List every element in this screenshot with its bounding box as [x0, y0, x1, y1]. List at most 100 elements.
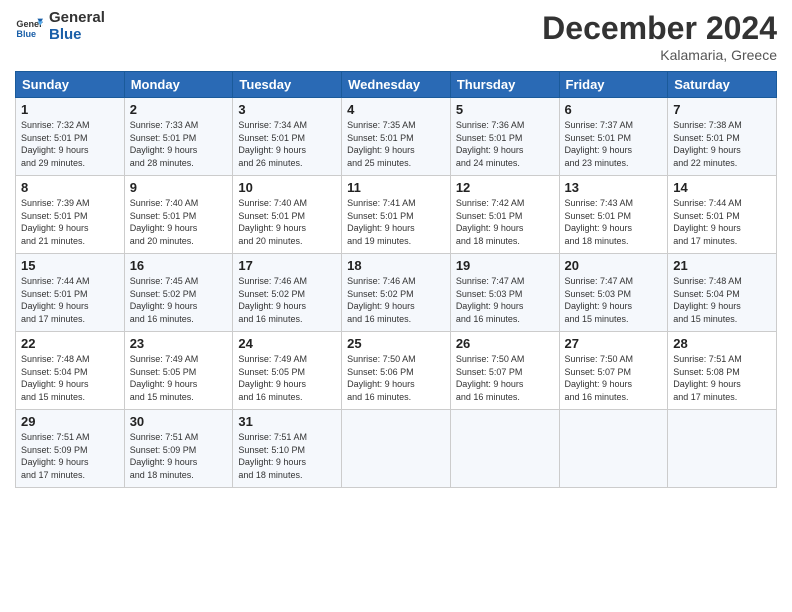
- calendar-cell: 31 Sunrise: 7:51 AM Sunset: 5:10 PM Dayli…: [233, 410, 342, 488]
- day-number: 8: [21, 180, 119, 195]
- calendar-cell: [450, 410, 559, 488]
- calendar-cell: 26 Sunrise: 7:50 AM Sunset: 5:07 PM Dayli…: [450, 332, 559, 410]
- day-number: 15: [21, 258, 119, 273]
- calendar-cell: 21 Sunrise: 7:48 AM Sunset: 5:04 PM Dayli…: [668, 254, 777, 332]
- day-number: 24: [238, 336, 336, 351]
- calendar-cell: 10Sunrise: 7:40 AM Sunset: 5:01 PM Dayli…: [233, 176, 342, 254]
- day-detail: Sunrise: 7:41 AM Sunset: 5:01 PM Dayligh…: [347, 197, 445, 247]
- calendar-cell: [668, 410, 777, 488]
- day-number: 19: [456, 258, 554, 273]
- day-detail: Sunrise: 7:33 AM Sunset: 5:01 PM Dayligh…: [130, 119, 228, 169]
- day-number: 17: [238, 258, 336, 273]
- day-number: 14: [673, 180, 771, 195]
- day-detail: Sunrise: 7:51 AM Sunset: 5:09 PM Dayligh…: [21, 431, 119, 481]
- calendar-cell: 1 Sunrise: 7:32 AM Sunset: 5:01 PM Daylig…: [16, 98, 125, 176]
- day-number: 25: [347, 336, 445, 351]
- day-detail: Sunrise: 7:51 AM Sunset: 5:09 PM Dayligh…: [130, 431, 228, 481]
- logo-text-general: General: [49, 10, 105, 27]
- calendar-cell: 23 Sunrise: 7:49 AM Sunset: 5:05 PM Dayli…: [124, 332, 233, 410]
- calendar-cell: 17 Sunrise: 7:46 AM Sunset: 5:02 PM Dayli…: [233, 254, 342, 332]
- calendar-cell: 12Sunrise: 7:42 AM Sunset: 5:01 PM Dayli…: [450, 176, 559, 254]
- day-number: 9: [130, 180, 228, 195]
- svg-text:Blue: Blue: [16, 28, 36, 38]
- day-number: 6: [565, 102, 663, 117]
- day-detail: Sunrise: 7:47 AM Sunset: 5:03 PM Dayligh…: [565, 275, 663, 325]
- day-number: 29: [21, 414, 119, 429]
- calendar-cell: 29 Sunrise: 7:51 AM Sunset: 5:09 PM Dayli…: [16, 410, 125, 488]
- calendar-cell: 19Sunrise: 7:47 AM Sunset: 5:03 PM Dayli…: [450, 254, 559, 332]
- day-number: 20: [565, 258, 663, 273]
- day-number: 3: [238, 102, 336, 117]
- title-block: December 2024 Kalamaria, Greece: [542, 10, 777, 63]
- calendar-cell: 22 Sunrise: 7:48 AM Sunset: 5:04 PM Dayli…: [16, 332, 125, 410]
- calendar-cell: 14Sunrise: 7:44 AM Sunset: 5:01 PM Dayli…: [668, 176, 777, 254]
- calendar-week-row: 1 Sunrise: 7:32 AM Sunset: 5:01 PM Daylig…: [16, 98, 777, 176]
- day-number: 16: [130, 258, 228, 273]
- day-detail: Sunrise: 7:36 AM Sunset: 5:01 PM Dayligh…: [456, 119, 554, 169]
- calendar-cell: 9 Sunrise: 7:40 AM Sunset: 5:01 PM Daylig…: [124, 176, 233, 254]
- col-header-thursday: Thursday: [450, 72, 559, 98]
- calendar-cell: 28Sunrise: 7:51 AM Sunset: 5:08 PM Dayli…: [668, 332, 777, 410]
- day-detail: Sunrise: 7:35 AM Sunset: 5:01 PM Dayligh…: [347, 119, 445, 169]
- col-header-sunday: Sunday: [16, 72, 125, 98]
- calendar-cell: 8Sunrise: 7:39 AM Sunset: 5:01 PM Daylig…: [16, 176, 125, 254]
- calendar-header-row: SundayMondayTuesdayWednesdayThursdayFrid…: [16, 72, 777, 98]
- calendar-table: SundayMondayTuesdayWednesdayThursdayFrid…: [15, 71, 777, 488]
- page-container: General Blue General Blue December 2024 …: [0, 0, 792, 498]
- day-detail: Sunrise: 7:32 AM Sunset: 5:01 PM Dayligh…: [21, 119, 119, 169]
- calendar-cell: [559, 410, 668, 488]
- day-detail: Sunrise: 7:40 AM Sunset: 5:01 PM Dayligh…: [130, 197, 228, 247]
- col-header-friday: Friday: [559, 72, 668, 98]
- location-subtitle: Kalamaria, Greece: [542, 47, 777, 63]
- calendar-cell: 4Sunrise: 7:35 AM Sunset: 5:01 PM Daylig…: [342, 98, 451, 176]
- day-number: 1: [21, 102, 119, 117]
- calendar-cell: 2 Sunrise: 7:33 AM Sunset: 5:01 PM Daylig…: [124, 98, 233, 176]
- day-number: 21: [673, 258, 771, 273]
- day-number: 27: [565, 336, 663, 351]
- day-detail: Sunrise: 7:45 AM Sunset: 5:02 PM Dayligh…: [130, 275, 228, 325]
- day-detail: Sunrise: 7:50 AM Sunset: 5:06 PM Dayligh…: [347, 353, 445, 403]
- calendar-cell: 30 Sunrise: 7:51 AM Sunset: 5:09 PM Dayli…: [124, 410, 233, 488]
- month-title: December 2024: [542, 10, 777, 47]
- calendar-week-row: 8Sunrise: 7:39 AM Sunset: 5:01 PM Daylig…: [16, 176, 777, 254]
- calendar-cell: 24 Sunrise: 7:49 AM Sunset: 5:05 PM Dayli…: [233, 332, 342, 410]
- calendar-cell: 6 Sunrise: 7:37 AM Sunset: 5:01 PM Daylig…: [559, 98, 668, 176]
- calendar-cell: [342, 410, 451, 488]
- day-detail: Sunrise: 7:48 AM Sunset: 5:04 PM Dayligh…: [673, 275, 771, 325]
- calendar-cell: 15 Sunrise: 7:44 AM Sunset: 5:01 PM Dayli…: [16, 254, 125, 332]
- calendar-week-row: 15 Sunrise: 7:44 AM Sunset: 5:01 PM Dayli…: [16, 254, 777, 332]
- day-number: 5: [456, 102, 554, 117]
- calendar-cell: 7 Sunrise: 7:38 AM Sunset: 5:01 PM Daylig…: [668, 98, 777, 176]
- day-detail: Sunrise: 7:48 AM Sunset: 5:04 PM Dayligh…: [21, 353, 119, 403]
- day-detail: Sunrise: 7:46 AM Sunset: 5:02 PM Dayligh…: [238, 275, 336, 325]
- day-detail: Sunrise: 7:34 AM Sunset: 5:01 PM Dayligh…: [238, 119, 336, 169]
- day-number: 22: [21, 336, 119, 351]
- day-number: 7: [673, 102, 771, 117]
- day-number: 2: [130, 102, 228, 117]
- day-detail: Sunrise: 7:44 AM Sunset: 5:01 PM Dayligh…: [21, 275, 119, 325]
- day-number: 30: [130, 414, 228, 429]
- day-detail: Sunrise: 7:51 AM Sunset: 5:10 PM Dayligh…: [238, 431, 336, 481]
- calendar-week-row: 29 Sunrise: 7:51 AM Sunset: 5:09 PM Dayli…: [16, 410, 777, 488]
- day-detail: Sunrise: 7:51 AM Sunset: 5:08 PM Dayligh…: [673, 353, 771, 403]
- header: General Blue General Blue December 2024 …: [15, 10, 777, 63]
- day-detail: Sunrise: 7:50 AM Sunset: 5:07 PM Dayligh…: [456, 353, 554, 403]
- calendar-cell: 5 Sunrise: 7:36 AM Sunset: 5:01 PM Daylig…: [450, 98, 559, 176]
- day-detail: Sunrise: 7:38 AM Sunset: 5:01 PM Dayligh…: [673, 119, 771, 169]
- calendar-cell: 13Sunrise: 7:43 AM Sunset: 5:01 PM Dayli…: [559, 176, 668, 254]
- logo: General Blue General Blue: [15, 10, 105, 43]
- calendar-cell: 20 Sunrise: 7:47 AM Sunset: 5:03 PM Dayli…: [559, 254, 668, 332]
- day-detail: Sunrise: 7:49 AM Sunset: 5:05 PM Dayligh…: [238, 353, 336, 403]
- day-detail: Sunrise: 7:37 AM Sunset: 5:01 PM Dayligh…: [565, 119, 663, 169]
- col-header-monday: Monday: [124, 72, 233, 98]
- calendar-cell: 11Sunrise: 7:41 AM Sunset: 5:01 PM Dayli…: [342, 176, 451, 254]
- day-number: 31: [238, 414, 336, 429]
- day-detail: Sunrise: 7:42 AM Sunset: 5:01 PM Dayligh…: [456, 197, 554, 247]
- day-number: 23: [130, 336, 228, 351]
- calendar-cell: 16 Sunrise: 7:45 AM Sunset: 5:02 PM Dayli…: [124, 254, 233, 332]
- day-detail: Sunrise: 7:49 AM Sunset: 5:05 PM Dayligh…: [130, 353, 228, 403]
- calendar-cell: 27Sunrise: 7:50 AM Sunset: 5:07 PM Dayli…: [559, 332, 668, 410]
- day-number: 18: [347, 258, 445, 273]
- day-number: 26: [456, 336, 554, 351]
- logo-icon: General Blue: [15, 13, 43, 41]
